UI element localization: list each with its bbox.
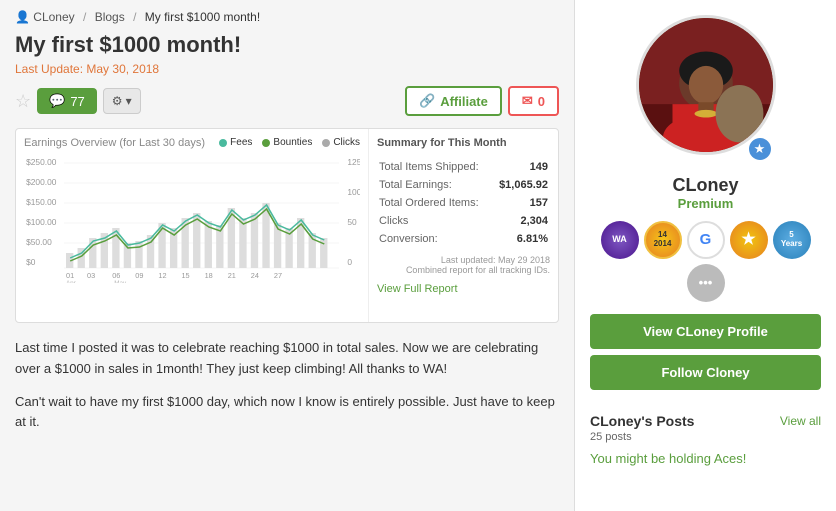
verified-star-badge: ★ (749, 138, 771, 160)
toolbar: ☆ 💬 77 ⚙ ▾ 🔗 Affiliate ✉ 0 (15, 86, 559, 116)
chart-area: Earnings Overview (for Last 30 days) Fee… (15, 128, 559, 323)
svg-text:15: 15 (182, 272, 190, 280)
table-row: Total Items Shipped: 149 (379, 159, 548, 175)
avatar-image (639, 15, 773, 155)
post-date-label: Last Update: (15, 62, 83, 76)
svg-text:09: 09 (135, 272, 143, 280)
featured-post-link[interactable]: You might be holding Aces! (590, 451, 746, 466)
comment-icon: 💬 (49, 93, 65, 109)
svg-text:24: 24 (251, 272, 259, 280)
legend-bounties: Bounties (262, 137, 312, 148)
badge-more: ••• (687, 264, 725, 302)
table-row: Total Earnings: $1,065.92 (379, 177, 548, 193)
affiliate-label: Affiliate (440, 94, 488, 109)
svg-text:$100.00: $100.00 (26, 218, 57, 227)
summary-title: Summary for This Month (377, 137, 550, 149)
post-date: Last Update: May 30, 2018 (15, 62, 559, 76)
profile-section: ★ CLoney Premium WA 142014 G ★ 5Years ••… (575, 0, 836, 405)
posts-count: 25 posts (590, 431, 821, 443)
breadcrumb-sep1: / (83, 10, 86, 24)
breadcrumb: 👤 CLoney / Blogs / My first $1000 month! (15, 10, 559, 24)
badge-wa: WA (601, 221, 639, 259)
svg-text:21: 21 (228, 272, 236, 280)
svg-text:$150.00: $150.00 (26, 198, 57, 207)
row-value: $1,065.92 (493, 177, 548, 193)
legend-clicks: Clicks (322, 137, 360, 148)
dropdown-icon: ▾ (126, 94, 132, 108)
chart-summary: Summary for This Month Total Items Shipp… (368, 129, 558, 322)
star-button[interactable]: ☆ (15, 91, 31, 112)
row-label: Conversion: (379, 231, 491, 247)
avatar (636, 15, 776, 155)
svg-text:01: 01 (66, 272, 74, 280)
breadcrumb-sep2: / (133, 10, 136, 24)
row-value: 6.81% (493, 231, 548, 247)
badge-5years: 5Years (773, 221, 811, 259)
settings-button[interactable]: ⚙ ▾ (103, 88, 141, 114)
svg-text:50: 50 (347, 218, 357, 227)
svg-text:$250.00: $250.00 (26, 158, 57, 167)
svg-text:27: 27 (274, 272, 282, 280)
badge-year: 142014 (644, 221, 682, 259)
table-row: Total Ordered Items: 157 (379, 195, 548, 211)
svg-text:0: 0 (347, 258, 352, 267)
table-row: Clicks 2,304 (379, 213, 548, 229)
svg-text:100: 100 (347, 188, 360, 197)
row-value: 2,304 (493, 213, 548, 229)
posts-header: CLoney's Posts View all (590, 413, 821, 429)
legend-fees: Fees (219, 137, 252, 148)
mail-count: 0 (538, 94, 545, 109)
mail-button[interactable]: ✉ 0 (508, 86, 559, 116)
row-label: Total Ordered Items: (379, 195, 491, 211)
summary-table: Total Items Shipped: 149 Total Earnings:… (377, 157, 550, 249)
row-value: 149 (493, 159, 548, 175)
mail-icon: ✉ (522, 93, 533, 109)
svg-text:May: May (114, 280, 127, 283)
breadcrumb-user[interactable]: CLoney (33, 10, 74, 24)
post-paragraph-2: Can't wait to have my first $1000 day, w… (15, 392, 559, 434)
badges-row: WA 142014 G ★ 5Years ••• (590, 221, 821, 302)
breadcrumb-icon: 👤 (15, 10, 30, 24)
svg-text:18: 18 (205, 272, 213, 280)
row-label: Total Earnings: (379, 177, 491, 193)
view-all-link[interactable]: View all (780, 414, 821, 428)
svg-text:$50.00: $50.00 (26, 238, 52, 247)
gear-icon: ⚙ (112, 94, 123, 108)
table-row: Conversion: 6.81% (379, 231, 548, 247)
post-title: My first $1000 month! (15, 32, 559, 58)
svg-text:$200.00: $200.00 (26, 178, 57, 187)
link-icon: 🔗 (419, 93, 435, 109)
post-date-value: May 30, 2018 (86, 62, 159, 76)
svg-text:Apr: Apr (66, 280, 76, 283)
comment-button[interactable]: 💬 77 (37, 88, 97, 114)
sidebar: ★ CLoney Premium WA 142014 G ★ 5Years ••… (574, 0, 836, 511)
chart-left: Earnings Overview (for Last 30 days) Fee… (16, 129, 368, 322)
svg-text:03: 03 (87, 272, 95, 280)
badge-google: G (687, 221, 725, 259)
svg-text:06: 06 (112, 272, 120, 280)
badge-star: ★ (730, 221, 768, 259)
view-profile-button[interactable]: View CLoney Profile (590, 314, 821, 349)
chart-legend: Fees Bounties Clicks (219, 137, 360, 148)
svg-text:12: 12 (158, 272, 166, 280)
posts-section: CLoney's Posts View all 25 posts You mig… (575, 405, 836, 466)
post-content: Last time I posted it was to celebrate r… (15, 338, 559, 433)
breadcrumb-section[interactable]: Blogs (95, 10, 125, 24)
posts-title: CLoney's Posts (590, 413, 694, 429)
summary-footer: Last updated: May 29 2018 Combined repor… (377, 255, 550, 275)
breadcrumb-current: My first $1000 month! (145, 10, 260, 24)
comment-count: 77 (70, 94, 84, 109)
view-full-report-link[interactable]: View Full Report (377, 283, 550, 295)
profile-rank: Premium (590, 196, 821, 211)
row-label: Clicks (379, 213, 491, 229)
profile-name: CLoney (590, 175, 821, 196)
svg-text:$0: $0 (26, 258, 36, 267)
follow-button[interactable]: Follow Cloney (590, 355, 821, 390)
affiliate-button[interactable]: 🔗 Affiliate (405, 86, 502, 116)
row-label: Total Items Shipped: (379, 159, 491, 175)
row-value: 157 (493, 195, 548, 211)
svg-text:125: 125 (347, 158, 360, 167)
earnings-chart: $250.00 $200.00 $150.00 $100.00 $50.00 $… (24, 153, 360, 283)
post-paragraph-1: Last time I posted it was to celebrate r… (15, 338, 559, 380)
